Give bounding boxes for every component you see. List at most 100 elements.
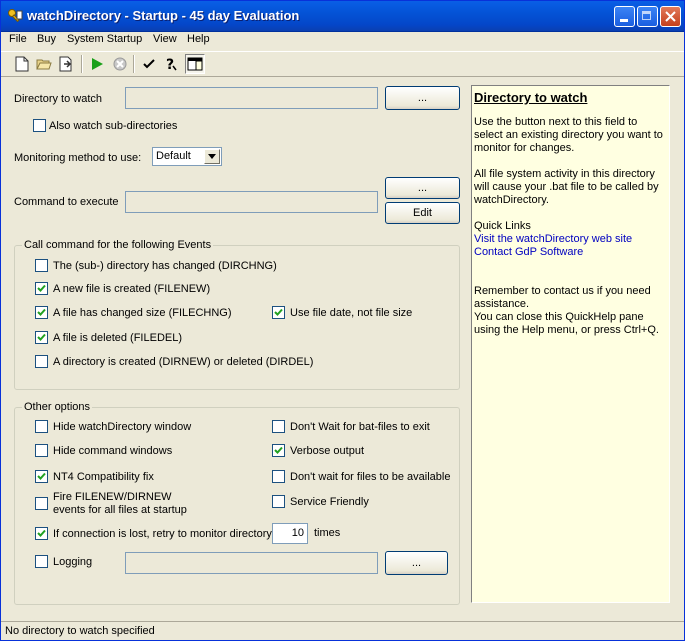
service-friendly-label: Service Friendly bbox=[290, 496, 369, 508]
command-label: Command to execute bbox=[14, 196, 119, 208]
checkmark-icon bbox=[143, 59, 155, 69]
start-button[interactable] bbox=[88, 55, 106, 73]
window-title: watchDirectory - Startup - 45 day Evalua… bbox=[27, 8, 300, 23]
toolbar-separator bbox=[81, 55, 83, 73]
menu-buy[interactable]: Buy bbox=[37, 33, 56, 45]
save-button[interactable] bbox=[57, 55, 75, 73]
command-input[interactable] bbox=[125, 191, 378, 213]
maximize-button[interactable] bbox=[637, 6, 658, 27]
stop-icon bbox=[113, 57, 127, 71]
status-bar: No directory to watch specified bbox=[1, 621, 684, 641]
help-paragraph-3: Remember to contact us if you need assis… bbox=[474, 285, 651, 310]
verbose-label: Verbose output bbox=[290, 445, 365, 457]
help-title: Directory to watch bbox=[474, 90, 588, 105]
event-dirnew-label: A directory is created (DIRNEW) or delet… bbox=[53, 356, 314, 368]
chevron-down-icon bbox=[208, 154, 216, 159]
event-filechng-label: A file has changed size (FILECHNG) bbox=[53, 307, 232, 319]
subdirs-checkbox[interactable] bbox=[33, 119, 46, 132]
event-filedel-label: A file is deleted (FILEDEL) bbox=[53, 332, 183, 344]
directory-browse-button[interactable]: ... bbox=[385, 86, 460, 110]
retry-times-label: times bbox=[314, 527, 341, 539]
help-link-contact[interactable]: Contact GdP Software bbox=[474, 246, 583, 258]
directory-label: Directory to watch bbox=[14, 93, 103, 105]
hide-window-checkbox[interactable] bbox=[35, 420, 48, 433]
new-file-button[interactable] bbox=[13, 55, 31, 73]
hide-cmd-label: Hide command windows bbox=[53, 445, 173, 457]
method-select[interactable]: Default bbox=[152, 147, 222, 166]
menu-file[interactable]: File bbox=[9, 33, 27, 45]
menu-view[interactable]: View bbox=[153, 33, 177, 45]
help-button[interactable]: ? bbox=[162, 55, 180, 73]
checkmark-icon bbox=[37, 308, 46, 316]
quickhelp-toggle-button[interactable] bbox=[185, 54, 205, 74]
command-browse-button[interactable]: ... bbox=[385, 177, 460, 199]
event-filenew-label: A new file is created (FILENEW) bbox=[53, 283, 211, 295]
checkmark-icon bbox=[274, 446, 283, 454]
retry-checkbox[interactable] bbox=[35, 527, 48, 540]
options-group-title: Other options bbox=[22, 401, 93, 413]
checkmark-icon bbox=[37, 333, 46, 341]
checkmark-icon bbox=[274, 308, 283, 316]
method-label: Monitoring method to use: bbox=[14, 152, 142, 164]
subdirs-label: Also watch sub-directories bbox=[49, 120, 178, 132]
minimize-icon bbox=[620, 19, 628, 22]
use-file-date-checkbox[interactable] bbox=[272, 306, 285, 319]
maximize-icon bbox=[642, 11, 651, 20]
main-window: watchDirectory - Startup - 45 day Evalua… bbox=[0, 0, 685, 641]
open-folder-icon bbox=[36, 59, 52, 70]
help-quick-links-label: Quick Links bbox=[474, 220, 531, 232]
menu-help[interactable]: Help bbox=[187, 33, 210, 45]
dont-wait-files-checkbox[interactable] bbox=[272, 470, 285, 483]
event-filenew-checkbox[interactable] bbox=[35, 282, 48, 295]
retry-label: If connection is lost, retry to monitor … bbox=[53, 528, 272, 540]
close-icon bbox=[665, 11, 676, 22]
directory-input[interactable] bbox=[125, 87, 378, 109]
nt4-fix-label: NT4 Compatibility fix bbox=[53, 471, 154, 483]
title-bar[interactable]: watchDirectory - Startup - 45 day Evalua… bbox=[1, 1, 684, 32]
help-pane-icon bbox=[187, 57, 203, 71]
logging-file-input[interactable] bbox=[125, 552, 378, 574]
menu-system-startup[interactable]: System Startup bbox=[67, 33, 142, 45]
stop-button[interactable] bbox=[111, 55, 129, 73]
event-dirchng-label: The (sub-) directory has changed (DIRCHN… bbox=[53, 260, 277, 272]
minimize-button[interactable] bbox=[614, 6, 635, 27]
checkmark-icon bbox=[37, 529, 46, 537]
retry-times-input[interactable]: 10 bbox=[272, 523, 308, 544]
play-icon bbox=[92, 58, 103, 70]
toolbar-separator bbox=[133, 55, 135, 73]
new-file-icon bbox=[15, 56, 29, 72]
status-text: No directory to watch specified bbox=[5, 625, 155, 637]
method-dropdown-arrow[interactable] bbox=[204, 149, 220, 164]
nt4-fix-checkbox[interactable] bbox=[35, 470, 48, 483]
logging-checkbox[interactable] bbox=[35, 555, 48, 568]
dont-wait-files-label: Don't wait for files to be available bbox=[290, 471, 451, 483]
event-filechng-checkbox[interactable] bbox=[35, 306, 48, 319]
event-dirchng-checkbox[interactable] bbox=[35, 259, 48, 272]
quickhelp-pane: Directory to watch Use the button next t… bbox=[471, 85, 670, 603]
check-button[interactable] bbox=[140, 55, 158, 73]
event-filedel-checkbox[interactable] bbox=[35, 331, 48, 344]
events-group-title: Call command for the following Events bbox=[22, 239, 214, 251]
dont-wait-bat-checkbox[interactable] bbox=[272, 420, 285, 433]
question-mark-icon: ? bbox=[166, 57, 177, 72]
fire-events-checkbox[interactable] bbox=[35, 497, 48, 510]
fire-events-label-line1: Fire FILENEW/DIRNEW bbox=[53, 491, 172, 503]
toolbar: ? bbox=[1, 51, 684, 77]
help-link-website[interactable]: Visit the watchDirectory web site bbox=[474, 233, 632, 245]
hide-window-label: Hide watchDirectory window bbox=[53, 421, 192, 433]
checkmark-icon bbox=[37, 284, 46, 292]
help-paragraph-4: You can close this QuickHelp pane using … bbox=[474, 311, 659, 336]
verbose-checkbox[interactable] bbox=[272, 444, 285, 457]
save-file-icon bbox=[59, 56, 72, 72]
service-friendly-checkbox[interactable] bbox=[272, 495, 285, 508]
fire-events-label-line2: events for all files at startup bbox=[53, 504, 187, 516]
open-folder-button[interactable] bbox=[35, 55, 53, 73]
menu-bar: File Buy System Startup View Help bbox=[1, 31, 684, 50]
svg-text:?: ? bbox=[166, 57, 174, 72]
logging-browse-button[interactable]: ... bbox=[385, 551, 448, 575]
close-button[interactable] bbox=[660, 6, 681, 27]
edit-command-button[interactable]: Edit bbox=[385, 202, 460, 224]
hide-cmd-checkbox[interactable] bbox=[35, 444, 48, 457]
app-key-icon bbox=[7, 8, 23, 24]
event-dirnew-checkbox[interactable] bbox=[35, 355, 48, 368]
